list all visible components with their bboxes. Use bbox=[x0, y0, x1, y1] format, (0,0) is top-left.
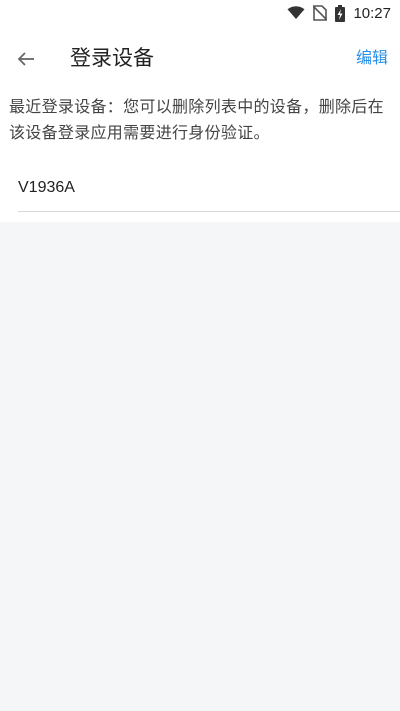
wifi-icon bbox=[287, 6, 305, 20]
status-time: 10:27 bbox=[353, 4, 391, 22]
screen: 10:27 登录设备 编辑 最近登录设备：您可以删除列表中的设备，删除后在该设备… bbox=[0, 0, 400, 711]
app-header: 登录设备 编辑 bbox=[0, 34, 400, 82]
device-list: V1936A bbox=[18, 165, 400, 212]
device-list-item[interactable]: V1936A bbox=[18, 165, 400, 212]
back-button[interactable] bbox=[12, 45, 40, 73]
status-bar: 10:27 bbox=[0, 0, 400, 26]
device-name: V1936A bbox=[18, 179, 75, 196]
battery-charging-icon bbox=[335, 4, 346, 22]
no-sim-icon bbox=[313, 5, 328, 21]
arrow-left-icon bbox=[17, 52, 34, 66]
edit-button[interactable]: 编辑 bbox=[356, 46, 388, 70]
description-text: 最近登录设备：您可以删除列表中的设备，删除后在该设备登录应用需要进行身份验证。 bbox=[9, 97, 384, 142]
page-title: 登录设备 bbox=[70, 46, 154, 70]
